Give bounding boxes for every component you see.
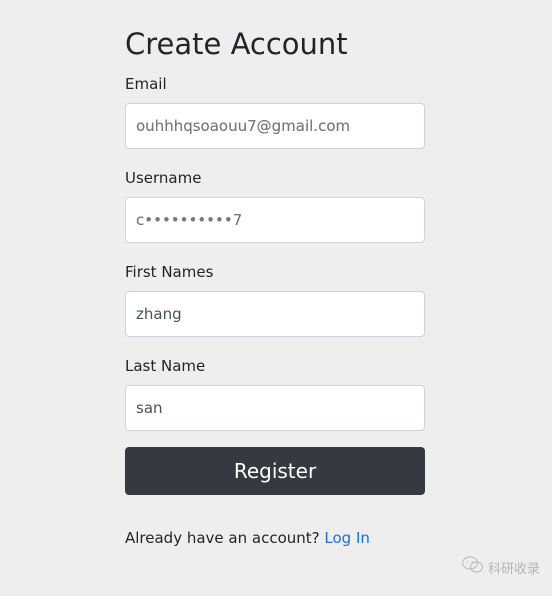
watermark: 科研收录 [461,556,540,578]
username-field[interactable] [125,197,425,243]
page-title: Create Account [125,27,348,61]
login-link[interactable]: Log In [324,529,370,547]
login-prompt-line: Already have an account? Log In [125,528,370,548]
wechat-logo-icon [461,556,484,578]
username-label: Username [125,169,202,187]
first-name-field[interactable] [125,291,425,337]
login-prompt-text: Already have an account? [125,529,320,547]
last-name-label: Last Name [125,357,206,375]
first-name-label: First Names [125,263,214,281]
watermark-text: 科研收录 [487,561,540,577]
register-button[interactable]: Register [125,447,425,495]
email-field[interactable] [125,103,425,149]
last-name-field[interactable] [125,385,425,431]
email-label: Email [125,75,167,93]
